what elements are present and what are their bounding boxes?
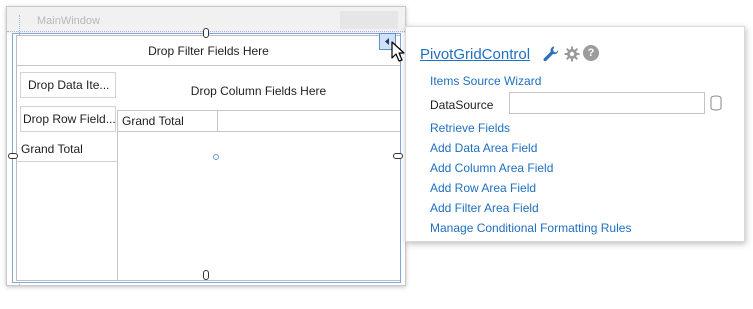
wrench-icon[interactable] xyxy=(542,45,560,63)
designer-window: MainWindow Drop Filter Fields Here Drop … xyxy=(6,6,407,286)
manage-conditional-formatting-rules-link[interactable]: Manage Conditional Formatting Rules xyxy=(430,221,631,235)
add-filter-area-field-link[interactable]: Add Filter Area Field xyxy=(430,201,539,215)
datasource-label: DataSource xyxy=(430,98,494,112)
panel-title-link[interactable]: PivotGridControl xyxy=(420,46,530,63)
window-caption-buttons xyxy=(340,11,398,29)
help-icon[interactable]: ? xyxy=(583,45,599,61)
resize-handle-right[interactable] xyxy=(393,153,403,159)
retrieve-fields-link[interactable]: Retrieve Fields xyxy=(430,121,510,135)
smart-tag-panel: PivotGridControl ? Items Source Wizard D… xyxy=(405,26,745,242)
items-source-wizard-link[interactable]: Items Source Wizard xyxy=(430,74,541,88)
resize-handle-left[interactable] xyxy=(8,153,18,159)
gear-icon[interactable] xyxy=(563,45,581,63)
add-row-area-field-link[interactable]: Add Row Area Field xyxy=(430,181,536,195)
resize-handle-top[interactable] xyxy=(203,28,209,38)
add-data-area-field-link[interactable]: Add Data Area Field xyxy=(430,141,537,155)
datasource-input[interactable] xyxy=(509,92,705,114)
window-title: MainWindow xyxy=(37,15,100,27)
selection-frame xyxy=(12,33,401,283)
database-icon[interactable] xyxy=(709,95,723,111)
resize-handle-bottom[interactable] xyxy=(203,270,209,280)
add-column-area-field-link[interactable]: Add Column Area Field xyxy=(430,161,553,175)
